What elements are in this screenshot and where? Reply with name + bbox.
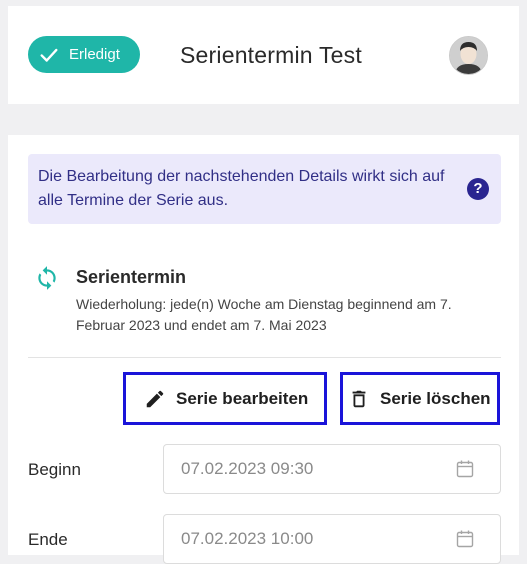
- page-title: Serientermin Test: [180, 42, 362, 68]
- start-date-field[interactable]: 07.02.2023 09:30: [163, 444, 501, 494]
- start-label: Beginn: [28, 460, 81, 479]
- content-card: Die Bearbeitung der nachstehenden Detail…: [8, 135, 519, 564]
- status-badge[interactable]: Erledigt: [28, 36, 140, 73]
- series-description: Wiederholung: jede(n) Woche am Dienstag …: [76, 296, 452, 333]
- calendar-icon[interactable]: [455, 459, 475, 479]
- end-date-field[interactable]: 07.02.2023 10:00: [163, 514, 501, 564]
- end-date-value: 07.02.2023 10:00: [181, 529, 314, 548]
- edit-series-label: Serie bearbeiten: [176, 388, 309, 408]
- start-date-value: 07.02.2023 09:30: [181, 459, 314, 478]
- series-title: Serientermin: [76, 267, 187, 287]
- delete-series-label: Serie löschen: [380, 388, 491, 408]
- delete-series-button[interactable]: Serie löschen: [340, 372, 500, 425]
- calendar-icon[interactable]: [455, 529, 475, 549]
- end-label: Ende: [28, 530, 68, 549]
- header-card: Erledigt Serientermin Test: [8, 6, 519, 104]
- status-label: Erledigt: [69, 46, 120, 63]
- info-banner: Die Bearbeitung der nachstehenden Detail…: [28, 154, 501, 224]
- check-icon: [40, 48, 58, 62]
- avatar[interactable]: [449, 36, 488, 75]
- help-icon[interactable]: ?: [467, 178, 489, 200]
- edit-series-button[interactable]: Serie bearbeiten: [123, 372, 327, 425]
- user-avatar-icon: [450, 37, 487, 74]
- repeat-icon: [38, 266, 56, 290]
- pencil-icon: [146, 390, 164, 407]
- trash-icon: [352, 390, 366, 407]
- divider: [28, 357, 501, 358]
- info-text: Die Bearbeitung der nachstehenden Detail…: [38, 168, 445, 209]
